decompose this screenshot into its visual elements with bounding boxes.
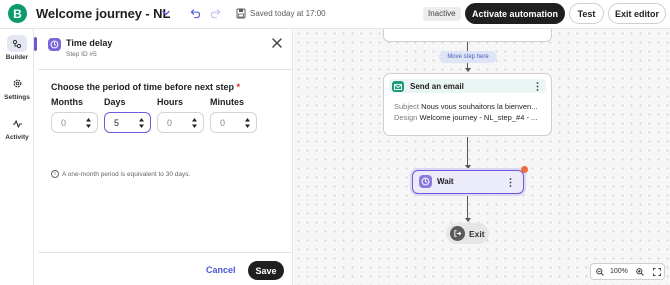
hours-label: Hours	[157, 97, 184, 107]
save-status-icon	[236, 8, 246, 19]
period-question: Choose the period of time before next st…	[51, 82, 241, 92]
cancel-button[interactable]: Cancel	[206, 265, 236, 275]
activate-automation-button[interactable]: Activate automation	[465, 3, 565, 24]
chevron-down-icon[interactable]	[161, 8, 171, 18]
hours-value: 0	[167, 118, 173, 128]
rail-item-builder[interactable]: Builder	[0, 35, 34, 61]
minutes-label: Minutes	[210, 97, 245, 107]
wait-node[interactable]: Wait	[412, 166, 528, 194]
activity-icon	[7, 115, 27, 132]
stepper-arrows-icon[interactable]	[85, 116, 92, 130]
email-node-title: Send an email	[410, 82, 464, 91]
time-delay-panel: Time delay Step ID #5 Choose the period …	[38, 29, 293, 285]
rail-item-label: Builder	[5, 54, 29, 61]
zoom-controls: 100%	[590, 263, 665, 280]
exit-editor-button[interactable]: Exit editor	[608, 3, 666, 24]
helper-note-text: A one-month period is equivalent to 30 d…	[62, 170, 191, 178]
rail-item-settings[interactable]: Settings	[0, 75, 34, 101]
clock-icon	[419, 175, 432, 188]
more-options-icon[interactable]	[536, 82, 539, 91]
days-stepper[interactable]: 5	[104, 112, 151, 133]
email-design-row: Design Welcome journey - NL_step_#4 - ..…	[394, 113, 537, 122]
connector-line	[467, 137, 468, 166]
months-stepper[interactable]: 0	[51, 112, 98, 133]
exit-icon	[450, 226, 465, 241]
zoom-out-icon[interactable]	[596, 268, 604, 276]
zoom-level: 100%	[610, 268, 628, 275]
undo-icon[interactable]	[190, 8, 201, 19]
stepper-arrows-icon[interactable]	[138, 116, 145, 130]
more-options-icon[interactable]	[509, 178, 512, 187]
close-icon[interactable]	[271, 37, 283, 49]
status-badge: Inactive	[423, 7, 461, 21]
alert-dot	[521, 166, 528, 173]
helper-note: i A one-month period is equivalent to 30…	[51, 170, 190, 178]
test-button[interactable]: Test	[569, 3, 604, 24]
stepper-arrows-icon[interactable]	[191, 116, 198, 130]
arrow-down-icon	[464, 165, 471, 169]
connector-line	[467, 196, 468, 219]
design-value: Welcome journey - NL_step_#4 - ...	[419, 113, 538, 122]
exit-node[interactable]: Exit	[446, 223, 489, 244]
panel-title: Time delay	[66, 38, 113, 48]
brevo-logo[interactable]: B	[8, 4, 27, 23]
connector-line	[467, 42, 468, 51]
months-value: 0	[61, 118, 67, 128]
days-label: Days	[104, 97, 126, 107]
required-mark: *	[236, 82, 241, 92]
divider	[38, 252, 293, 253]
workflow-canvas[interactable]	[294, 29, 670, 285]
minutes-value: 0	[220, 118, 226, 128]
builder-icon	[7, 35, 27, 52]
exit-node-title: Exit	[469, 229, 485, 239]
rail-item-label: Activity	[5, 134, 29, 141]
days-value: 5	[114, 118, 120, 128]
info-icon: i	[51, 170, 59, 178]
divider	[38, 69, 293, 70]
stepper-arrows-icon[interactable]	[244, 116, 251, 130]
arrow-down-icon	[464, 218, 471, 222]
top-bar: B Welcome journey - NL Saved today at 17…	[0, 0, 670, 29]
minutes-stepper[interactable]: 0	[210, 112, 257, 133]
subject-key: Subject	[394, 102, 420, 111]
subject-value: Nous vous souhaitons la bienven...	[421, 102, 538, 111]
active-step-indicator	[34, 37, 37, 51]
saved-status-text: Saved today at 17:00	[250, 9, 326, 18]
previous-step-node[interactable]	[383, 29, 552, 42]
gear-icon	[7, 75, 27, 92]
months-label: Months	[51, 97, 83, 107]
rail-item-activity[interactable]: Activity	[0, 115, 34, 141]
save-button[interactable]: Save	[248, 261, 284, 280]
redo-icon[interactable]	[210, 8, 221, 19]
arrow-down-icon	[464, 68, 471, 72]
design-key: Design	[394, 113, 418, 122]
email-subject-row: Subject Nous vous souhaitons la bienven.…	[394, 102, 537, 111]
step-id: Step ID #5	[66, 51, 97, 58]
clock-icon	[48, 38, 61, 51]
rail-item-label: Settings	[4, 94, 30, 101]
left-navigation-rail: Builder Settings Activity	[0, 29, 34, 285]
envelope-icon	[392, 81, 404, 92]
wait-node-title: Wait	[437, 177, 454, 186]
fit-screen-icon[interactable]	[653, 268, 661, 276]
hours-stepper[interactable]: 0	[157, 112, 204, 133]
zoom-in-icon[interactable]	[636, 268, 644, 276]
send-email-node[interactable]: Send an email Subject Nous vous souhaito…	[383, 73, 552, 136]
move-step-here-dropzone[interactable]: Move step here	[439, 51, 497, 63]
automation-title[interactable]: Welcome journey - NL	[36, 6, 170, 21]
